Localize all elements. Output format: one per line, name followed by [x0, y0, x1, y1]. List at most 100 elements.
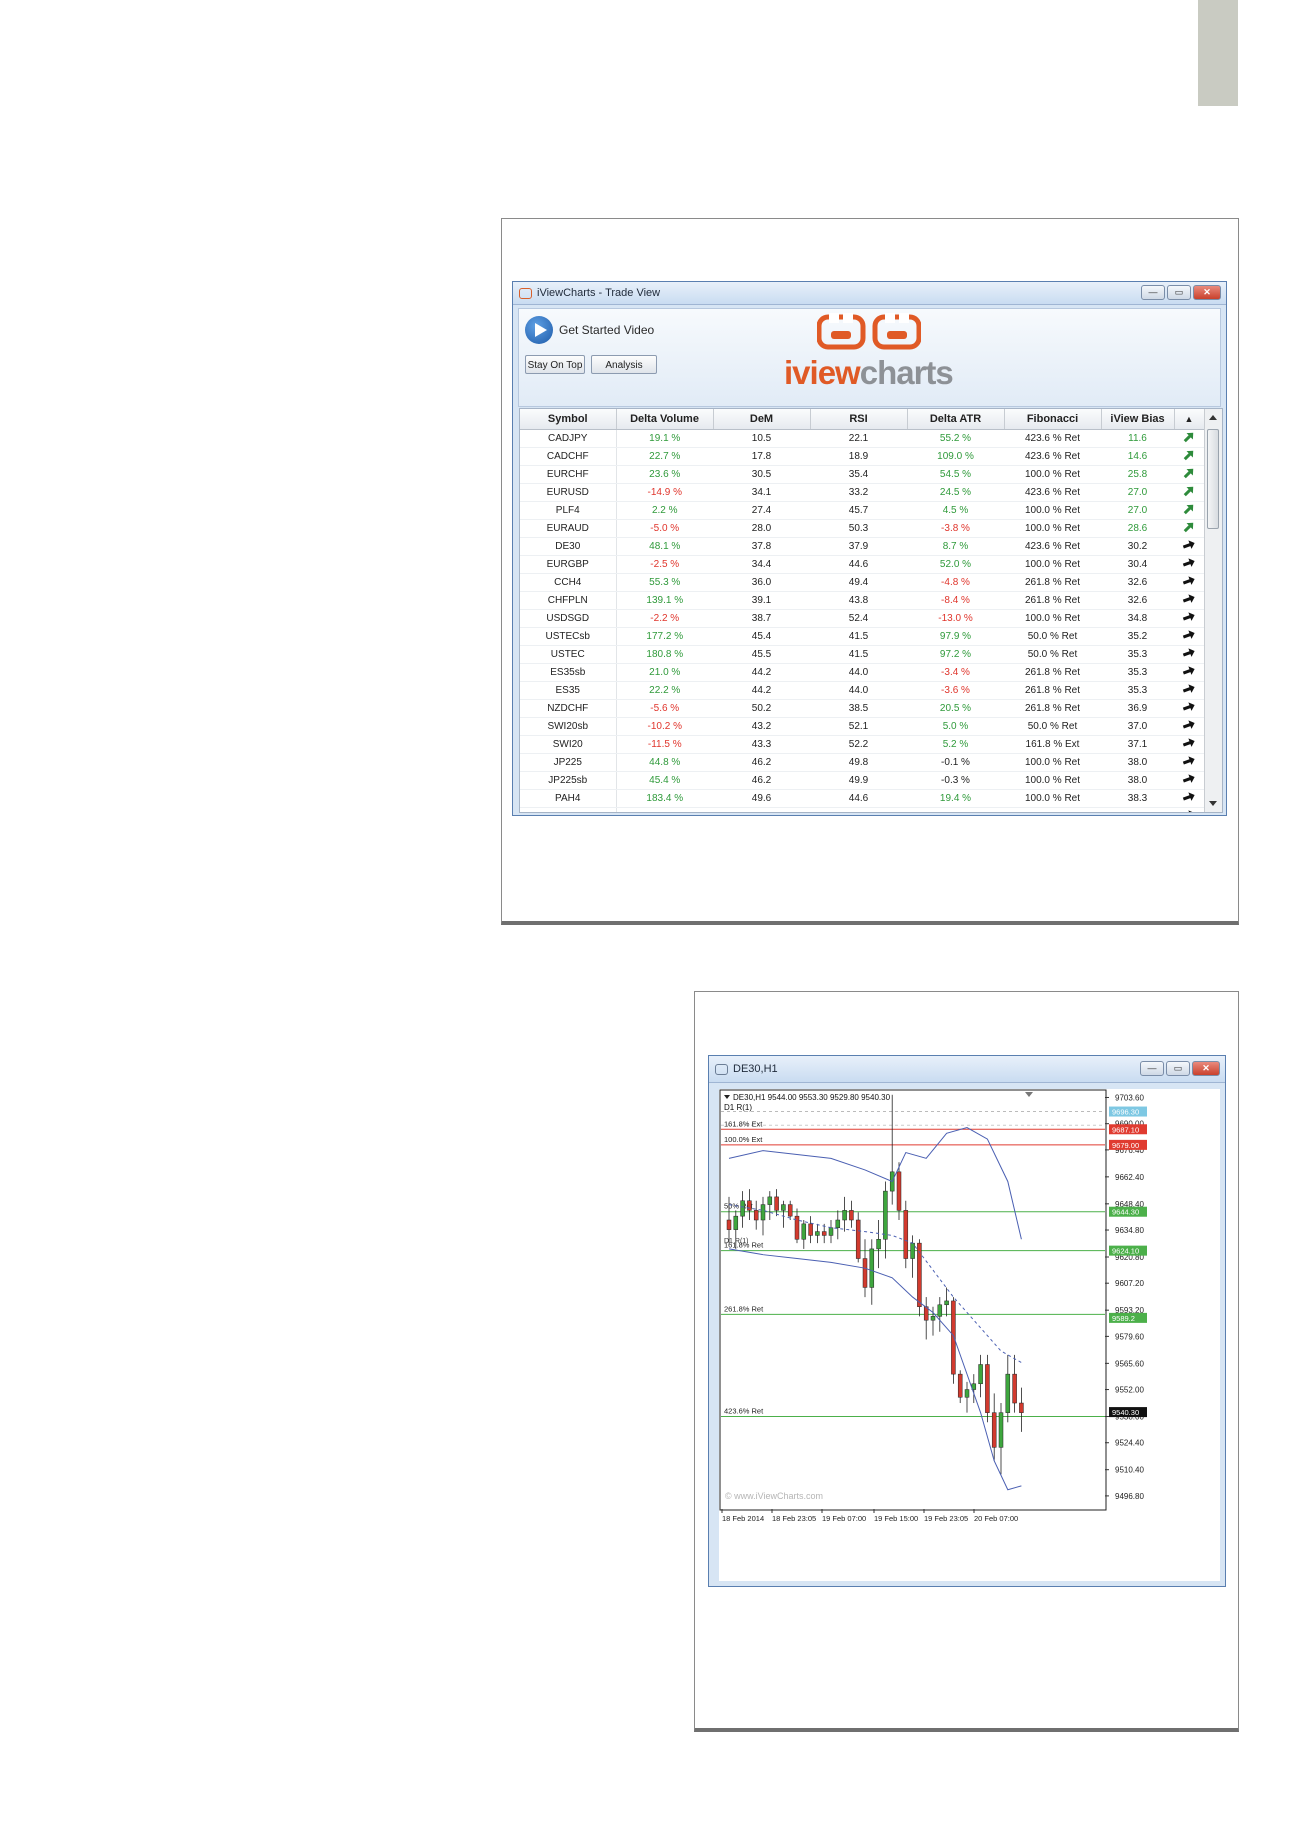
table-row[interactable]: USTECsb 177.2 % 45.4 41.5 97.9 % 50.0 % Ret 35…	[520, 627, 1204, 646]
table-row[interactable]: ES35sb 21.0 % 44.2 44.0 -3.4 % 261.8 % Ret 35.…	[520, 663, 1204, 682]
chart-svg[interactable]: 9703.609690.009676.409662.409648.409634.…	[719, 1089, 1220, 1581]
column-header[interactable]: Delta ATR	[907, 409, 1005, 430]
rsi-cell: 49.8	[810, 753, 907, 772]
column-header[interactable]: RSI	[810, 409, 908, 430]
iview-bias-cell: 38.3	[1101, 789, 1174, 808]
table-row[interactable]: EURUSD -14.9 % 34.1 33.2 24.5 % 423.6 % Ret 27…	[520, 483, 1204, 502]
delta-volume-cell: -2.2 %	[616, 609, 713, 628]
stay-on-top-button[interactable]: Stay On Top	[525, 355, 585, 374]
scroll-thumb[interactable]	[1207, 429, 1219, 529]
price-tag-label: 9696.30	[1112, 1108, 1139, 1117]
table-row[interactable]: EURAUD -5.0 % 28.0 50.3 -3.8 % 100.0 % Ret 28.…	[520, 519, 1204, 538]
candle-body	[944, 1300, 949, 1306]
fib-level-label: 161.8% Ext	[724, 1119, 763, 1128]
chart-titlebar[interactable]: DE30,H1 — ▭ ✕	[709, 1056, 1225, 1083]
get-started-video-link[interactable]: Get Started Video	[559, 323, 654, 337]
scroll-up-icon[interactable]	[1209, 415, 1217, 420]
table-row[interactable]: SWI20sb -10.2 % 43.2 52.1 5.0 % 50.0 % Ret 37.…	[520, 717, 1204, 736]
rsi-cell: 33.2	[810, 483, 907, 502]
table-row[interactable]: JP225sb 45.4 % 46.2 49.9 -0.3 % 100.0 % Ret 38…	[520, 771, 1204, 790]
play-icon[interactable]	[525, 316, 553, 344]
table-row[interactable]: EURCHF 23.6 % 30.5 35.4 54.5 % 100.0 % Ret 25.…	[520, 465, 1204, 484]
chart-close-button[interactable]: ✕	[1192, 1061, 1220, 1076]
candle-body	[774, 1196, 779, 1211]
table-row[interactable]: PLF4 2.2 % 27.4 45.7 4.5 % 100.0 % Ret 27.0	[520, 501, 1204, 520]
delta-atr-cell: 55.2 %	[907, 429, 1004, 448]
symbol-cell: USDSGD	[520, 609, 617, 628]
table-row[interactable]: DE30 48.1 % 37.8 37.9 8.7 % 423.6 % Ret 30.2	[520, 537, 1204, 556]
symbol-cell: PLF4	[520, 501, 617, 520]
trade-view-toolbar: Get Started Video Stay On Top Analysis i…	[518, 308, 1221, 407]
candle-body	[842, 1210, 847, 1221]
candle-body	[876, 1239, 881, 1250]
table-row[interactable]: PAH4 183.4 % 49.6 44.6 19.4 % 100.0 % Ret 38.3	[520, 789, 1204, 808]
bias-arrow-right-icon	[1174, 735, 1204, 754]
table-row[interactable]: EURGBP -2.5 % 34.4 44.6 52.0 % 100.0 % Ret 30.…	[520, 555, 1204, 574]
chart-minimize-button[interactable]: —	[1140, 1061, 1164, 1076]
rsi-cell: 44.0	[810, 663, 907, 682]
close-button[interactable]: ✕	[1193, 285, 1221, 300]
iview-bias-cell: 38.6	[1101, 807, 1174, 812]
iview-bias-cell: 30.4	[1101, 555, 1174, 574]
chart-maximize-button[interactable]: ▭	[1166, 1061, 1190, 1076]
minimize-button[interactable]: —	[1141, 285, 1165, 300]
trade-view-titlebar[interactable]: iViewCharts - Trade View — ▭ ✕	[513, 282, 1226, 305]
table-row[interactable]: USDSGD -2.2 % 38.7 52.4 -13.0 % 100.0 % Ret 34…	[520, 609, 1204, 628]
dem-cell: 44.2	[713, 681, 810, 700]
symbol-cell: NZDCHF	[520, 699, 617, 718]
fibonacci-cell: 100.0 % Ret	[1004, 555, 1101, 574]
symbol-cell: JP225	[520, 753, 617, 772]
table-row[interactable]: EURNZD2.8 %43.058.12.5 %100.0 % Ext38.6	[520, 807, 1204, 812]
delta-volume-cell: 2.2 %	[616, 501, 713, 520]
table-row[interactable]: ES35 22.2 % 44.2 44.0 -3.6 % 261.8 % Ret 35.3	[520, 681, 1204, 700]
column-header[interactable]: Symbol	[520, 409, 617, 430]
table-row[interactable]: USTEC 180.8 % 45.5 41.5 97.2 % 50.0 % Ret 35.3	[520, 645, 1204, 664]
candle-body	[930, 1316, 936, 1321]
scroll-down-icon[interactable]	[1209, 801, 1217, 806]
candle-body	[937, 1304, 943, 1317]
candle-body	[1012, 1373, 1017, 1404]
table-row[interactable]: CADCHF 22.7 % 17.8 18.9 109.0 % 423.6 % Ret 14…	[520, 447, 1204, 466]
delta-volume-cell: 2.8 %	[616, 807, 713, 812]
iview-bias-cell: 35.3	[1101, 681, 1174, 700]
table-row[interactable]: CHFPLN 139.1 % 39.1 43.8 -8.4 % 261.8 % Ret 32…	[520, 591, 1204, 610]
table-scrollbar[interactable]	[1204, 409, 1222, 812]
fibonacci-cell: 161.8 % Ext	[1004, 735, 1101, 754]
rsi-cell: 37.9	[810, 537, 907, 556]
x-tick-label: 19 Feb 07:00	[822, 1514, 866, 1523]
column-header[interactable]: DeM	[713, 409, 811, 430]
candlestick-chart[interactable]: 9703.60 9690.00 9676.40 9662.40 9648.40 9634.…	[719, 1089, 1220, 1581]
iview-bias-cell: 35.2	[1101, 627, 1174, 646]
candle-body	[753, 1210, 759, 1221]
bias-arrow-right-icon	[1174, 717, 1204, 736]
indicator-label: D1 R(1)	[724, 1103, 752, 1112]
table-row[interactable]: CADJPY 19.1 % 10.5 22.1 55.2 % 423.6 % Ret 11.…	[520, 429, 1204, 448]
maximize-button[interactable]: ▭	[1167, 285, 1191, 300]
table-row[interactable]: CCH4 55.3 % 36.0 49.4 -4.8 % 261.8 % Ret 32.6	[520, 573, 1204, 592]
table-row[interactable]: SWI20 -11.5 % 43.3 52.2 5.2 % 161.8 % Ext 37.1	[520, 735, 1204, 754]
dem-cell: 50.2	[713, 699, 810, 718]
column-header[interactable]: Delta Volume	[616, 409, 714, 430]
fibonacci-cell: 100.0 % Ret	[1004, 501, 1101, 520]
table-row[interactable]: NZDCHF -5.6 % 50.2 38.5 20.5 % 261.8 % Ret 36.…	[520, 699, 1204, 718]
column-header[interactable]: Fibonacci	[1004, 409, 1102, 430]
symbol-cell: CCH4	[520, 573, 617, 592]
rsi-cell: 43.8	[810, 591, 907, 610]
iview-bias-cell: 30.2	[1101, 537, 1174, 556]
column-header[interactable]: iView Bias	[1101, 409, 1175, 430]
bias-arrow-right-icon	[1174, 753, 1204, 772]
dem-cell: 46.2	[713, 753, 810, 772]
delta-atr-cell: -0.3 %	[907, 771, 1004, 790]
iview-bias-cell: 38.0	[1101, 771, 1174, 790]
sort-asc-icon[interactable]: ▲	[1174, 409, 1205, 430]
delta-atr-cell: -8.4 %	[907, 591, 1004, 610]
analysis-button[interactable]: Analysis	[591, 355, 657, 374]
chart-window-icon	[715, 1063, 728, 1075]
delta-volume-cell: -5.0 %	[616, 519, 713, 538]
rsi-cell: 35.4	[810, 465, 907, 484]
candle-body	[740, 1200, 745, 1217]
delta-atr-cell: 24.5 %	[907, 483, 1004, 502]
bias-arrow-right-icon	[1174, 807, 1204, 812]
delta-atr-cell: 8.7 %	[907, 537, 1004, 556]
table-row[interactable]: JP225 44.8 % 46.2 49.8 -0.1 % 100.0 % Ret 38.0	[520, 753, 1204, 772]
